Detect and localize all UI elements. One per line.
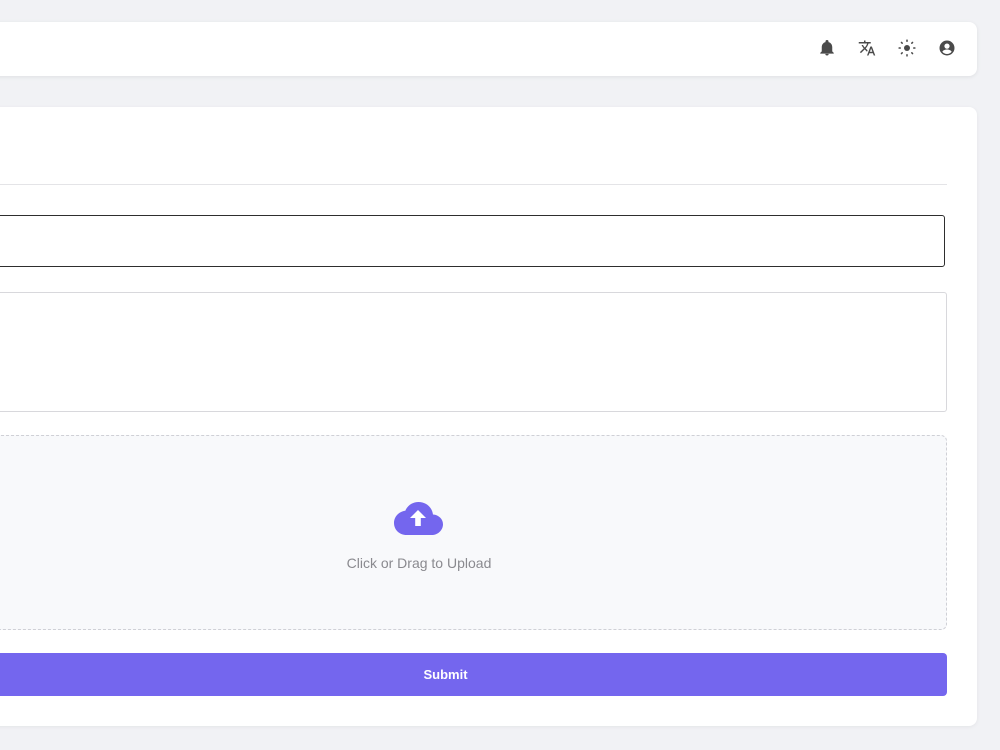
upload-dropzone[interactable]: Click or Drag to Upload bbox=[0, 435, 947, 630]
submit-button[interactable]: Submit bbox=[0, 653, 947, 696]
upload-hint: Click or Drag to Upload bbox=[346, 555, 492, 571]
sun-icon[interactable] bbox=[895, 36, 919, 60]
cloud-upload-icon bbox=[394, 502, 443, 535]
submit-label: Submit bbox=[423, 667, 468, 682]
title-input[interactable] bbox=[0, 215, 945, 267]
translate-icon[interactable] bbox=[855, 36, 879, 60]
account-icon[interactable] bbox=[935, 36, 959, 60]
bell-icon[interactable] bbox=[815, 36, 839, 60]
topbar-actions bbox=[815, 36, 959, 60]
top-app-bar bbox=[0, 22, 977, 76]
description-textarea[interactable]: ion bbox=[0, 292, 947, 412]
form-card: ils ion Click or Drag to Upload Submit bbox=[0, 107, 977, 726]
section-divider bbox=[0, 184, 947, 185]
